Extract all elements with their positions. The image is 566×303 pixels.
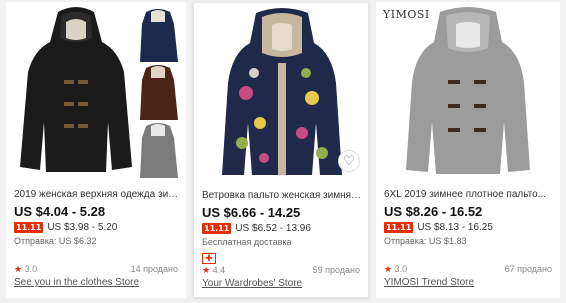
rating-row: ★ 3.0 14 продано bbox=[14, 264, 178, 275]
product-image[interactable] bbox=[6, 2, 186, 180]
store-link[interactable]: YIMOSI Trend Store bbox=[384, 277, 474, 288]
brown-thumb bbox=[140, 65, 178, 120]
sold-count: 67 продано bbox=[504, 264, 552, 274]
promo-price: US $6.52 - 13.96 bbox=[235, 223, 311, 234]
star-icon: ★ bbox=[384, 264, 393, 274]
product-info: 2019 женская верхняя одежда зим... US $4… bbox=[6, 188, 186, 247]
promo-row: 11.11 US $6.52 - 13.96 bbox=[202, 222, 362, 235]
floral-coat-figure bbox=[222, 8, 342, 175]
product-card[interactable]: YIMOSI 6XL 2019 зимнее плотное пальто...… bbox=[376, 2, 560, 298]
rating-value: 3.0 bbox=[394, 264, 408, 274]
rating: ★ 3.0 bbox=[384, 264, 407, 275]
shipping-text: Бесплатная доставка bbox=[202, 237, 292, 247]
sale-badge: 11.11 bbox=[14, 222, 44, 233]
rating-row: ★ 4.4 59 продано bbox=[202, 265, 360, 276]
sold-count: 14 продано bbox=[130, 264, 178, 274]
brand-logo: YIMOSI bbox=[383, 8, 430, 21]
rating-value: 3.0 bbox=[24, 264, 38, 274]
product-card[interactable]: ● ♡ bbox=[193, 2, 369, 298]
product-title[interactable]: 6XL 2019 зимнее плотное пальто... bbox=[384, 188, 554, 201]
sold-count: 59 продано bbox=[312, 265, 360, 275]
black-coat-figure bbox=[20, 7, 132, 172]
sale-badge: 11.11 bbox=[202, 223, 232, 234]
rating: ★ 3.0 bbox=[14, 264, 37, 275]
product-price: US $4.04 - 5.28 bbox=[14, 204, 106, 219]
grey-thumb bbox=[140, 123, 178, 178]
navy-thumb bbox=[140, 9, 178, 62]
promo-price: US $3.98 - 5.20 bbox=[47, 222, 118, 233]
rating-row: ★ 3.0 67 продано bbox=[384, 264, 552, 275]
promo-row: 11.11 US $8.13 - 16.25 bbox=[384, 221, 554, 234]
rating: ★ 4.4 bbox=[202, 265, 225, 276]
product-info: 6XL 2019 зимнее плотное пальто... US $8.… bbox=[376, 188, 560, 247]
product-title[interactable]: 2019 женская верхняя одежда зим... bbox=[14, 188, 180, 201]
product-info: Ветровка пальто женская зимняя... US $6.… bbox=[194, 189, 368, 266]
product-grid: 2019 женская верхняя одежда зим... US $4… bbox=[0, 0, 566, 303]
star-icon: ★ bbox=[202, 265, 211, 275]
rating-value: 4.4 bbox=[212, 265, 226, 275]
shipping-text: Отправка: US $6.32 bbox=[14, 236, 97, 246]
product-title[interactable]: Ветровка пальто женская зимняя... bbox=[202, 189, 362, 202]
shipping-text: Отправка: US $1.83 bbox=[384, 236, 467, 246]
product-price: US $6.66 - 14.25 bbox=[202, 205, 301, 220]
product-price: US $8.26 - 16.52 bbox=[384, 204, 483, 219]
heart-icon[interactable]: ♡ bbox=[338, 150, 360, 172]
store-link[interactable]: See you in the clothes Store bbox=[14, 277, 139, 288]
sale-badge: 11.11 bbox=[384, 222, 414, 233]
grey-coat-figure bbox=[406, 7, 530, 174]
promo-price: US $8.13 - 16.25 bbox=[417, 222, 493, 233]
gift-icon: ✚ bbox=[202, 253, 216, 264]
product-image[interactable] bbox=[376, 2, 560, 180]
product-card[interactable]: 2019 женская верхняя одежда зим... US $4… bbox=[6, 2, 186, 298]
promo-row: 11.11 US $3.98 - 5.20 bbox=[14, 221, 180, 234]
star-icon: ★ bbox=[14, 264, 23, 274]
store-link[interactable]: Your Wardrobes' Store bbox=[202, 278, 302, 289]
